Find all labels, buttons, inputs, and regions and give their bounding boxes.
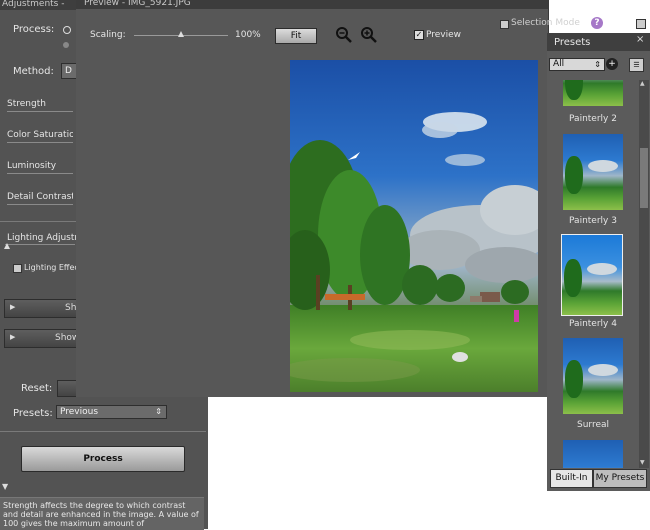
- presets-label: Presets:: [13, 408, 53, 419]
- triangle-right-icon: ▶: [10, 333, 16, 341]
- add-preset-icon[interactable]: +: [606, 58, 618, 70]
- question-icon[interactable]: ?: [591, 17, 603, 29]
- zoom-in-icon[interactable]: [360, 26, 378, 44]
- preview-checkbox[interactable]: ✓: [414, 30, 424, 40]
- slider-luminosity-label: Luminosity: [7, 161, 73, 174]
- preview-image[interactable]: [290, 60, 538, 392]
- preset-label-surreal: Surreal: [576, 420, 609, 430]
- lighting-adjustments-label: Lighting Adjustm: [7, 233, 84, 243]
- preset-thumb-painterly-4[interactable]: [561, 234, 623, 316]
- scaling-label: Scaling:: [90, 30, 126, 40]
- reset-label: Reset:: [21, 383, 53, 394]
- preset-thumb-painterly-3[interactable]: [563, 134, 623, 210]
- process-radio-1[interactable]: [63, 26, 71, 34]
- tab-built-in[interactable]: Built-In: [550, 469, 593, 488]
- help-text: Strength affects the degree to which con…: [3, 501, 199, 528]
- preset-thumb-surreal[interactable]: [563, 338, 623, 414]
- selection-mode-label: Selection Mode: [511, 18, 580, 28]
- preset-label-painterly-3: Painterly 3: [569, 216, 617, 226]
- scroll-up-icon[interactable]: ▲: [640, 80, 645, 87]
- preset-label-painterly-2: Painterly 2: [569, 114, 617, 124]
- preset-thumb-next[interactable]: [563, 440, 623, 468]
- show-button-2[interactable]: ▶ Show: [4, 329, 79, 348]
- preset-label-painterly-4: Painterly 4: [569, 319, 617, 329]
- lighting-effects-checkbox[interactable]: [13, 264, 22, 273]
- slider-strength-label: Strength: [7, 99, 73, 112]
- collapse-triangle-icon[interactable]: ▼: [2, 482, 8, 491]
- method-label: Method:: [13, 66, 54, 77]
- process-radio-2[interactable]: [63, 42, 69, 48]
- reset-button[interactable]: [57, 380, 78, 397]
- presets-scrollbar[interactable]: [639, 80, 649, 468]
- show-button-1-label: Sh: [65, 303, 77, 313]
- presets-filter-select[interactable]: All ⇕: [549, 58, 605, 71]
- slider-color-saturation-label: Color Saturation: [7, 130, 73, 143]
- show-button-1[interactable]: ▶ Sh: [4, 299, 78, 318]
- triangle-right-icon: ▶: [10, 303, 16, 311]
- process-button[interactable]: Process: [21, 446, 185, 472]
- fit-button[interactable]: Fit: [275, 28, 317, 44]
- process-label: Process:: [13, 24, 55, 35]
- selection-mode-checkbox[interactable]: [500, 20, 509, 29]
- scroll-down-icon[interactable]: ▼: [640, 459, 645, 466]
- presets-list: Painterly 2 Painterly 3 Painterly 4 Surr…: [547, 80, 639, 468]
- tab-my-presets[interactable]: My Presets: [593, 469, 647, 488]
- presets-panel-title: Presets: [554, 37, 591, 48]
- lighting-slider-track[interactable]: [5, 244, 75, 245]
- panel-menu-icon[interactable]: [636, 19, 646, 29]
- slider-detail-contrast-label: Detail Contrast: [7, 192, 73, 205]
- preview-checkbox-label: Preview: [426, 30, 462, 40]
- presets-filter-value: All: [553, 59, 565, 69]
- scaling-slider-handle[interactable]: [178, 31, 184, 37]
- divider: [0, 431, 206, 432]
- lighting-effects-label: Lighting Effec: [24, 263, 79, 272]
- preset-thumb-painterly-2[interactable]: [563, 80, 623, 106]
- list-view-icon[interactable]: ☰: [629, 58, 644, 72]
- presets-select-value: Previous: [60, 407, 99, 417]
- close-icon[interactable]: ×: [636, 34, 644, 45]
- presets-select[interactable]: Previous ⇕: [56, 405, 167, 419]
- preview-title: Preview - IMG_5921.JPG: [76, 0, 548, 9]
- updown-arrow-icon: ⇕: [155, 407, 162, 416]
- divider: [0, 221, 76, 222]
- updown-arrow-icon: ⇕: [594, 60, 601, 69]
- zoom-out-icon[interactable]: [335, 26, 353, 44]
- scaling-value: 100%: [235, 30, 261, 40]
- presets-scrollbar-thumb[interactable]: [640, 148, 648, 208]
- lighting-slider-handle[interactable]: [4, 243, 10, 249]
